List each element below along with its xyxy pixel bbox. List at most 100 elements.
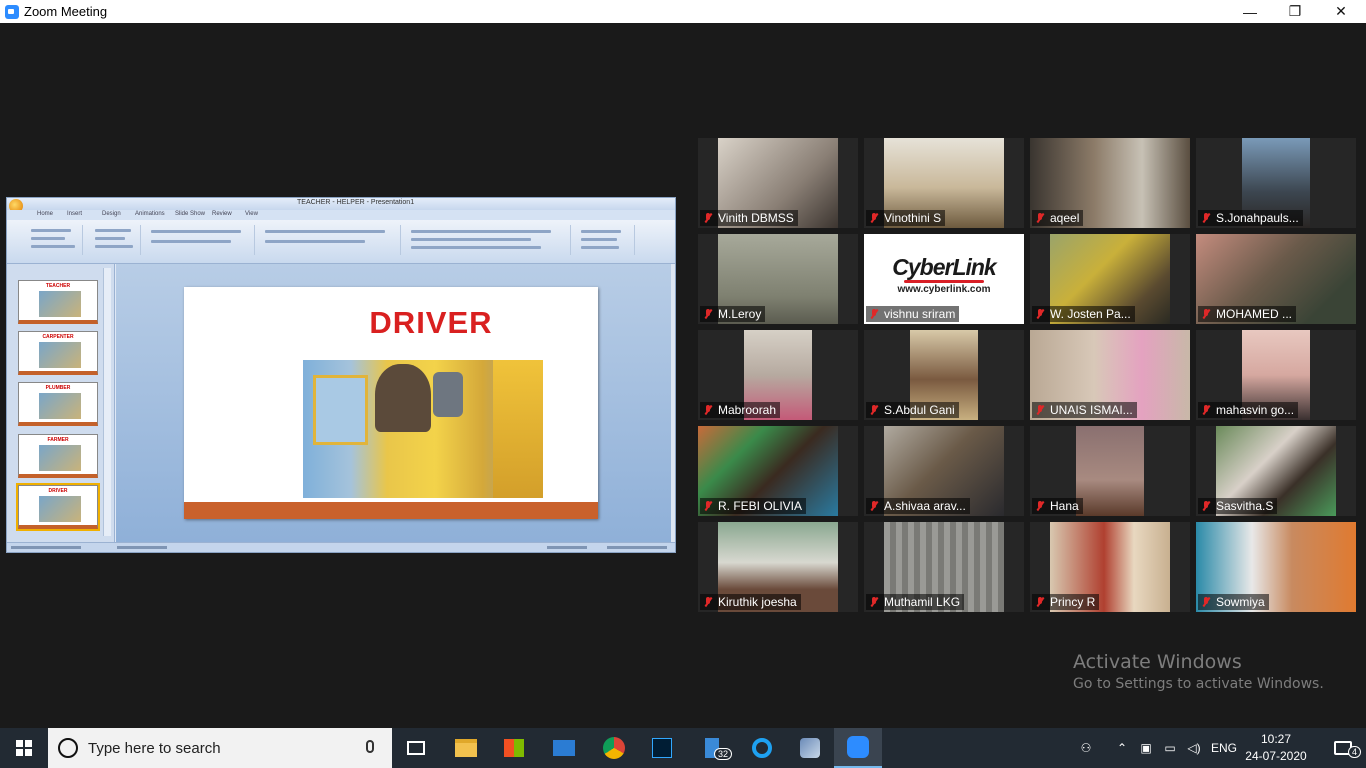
muted-mic-icon xyxy=(1034,308,1046,320)
clock-time: 10:27 xyxy=(1260,732,1292,746)
participant-tile[interactable]: Vinothini S xyxy=(864,138,1024,228)
participant-tile[interactable]: UNAIS ISMAI... xyxy=(1030,330,1190,420)
participant-tile[interactable]: Muthamil LKG xyxy=(864,522,1024,612)
calculator-button[interactable]: 32 xyxy=(688,728,736,768)
ribbon-group-paragraph xyxy=(259,225,401,255)
slide-thumbnails-panel: TEACHER CARPENTER PLUMBER FARMER DRIVER xyxy=(7,264,115,542)
cyberlink-url: www.cyberlink.com xyxy=(897,284,991,295)
participant-tile[interactable]: Sasvitha.S xyxy=(1196,426,1356,516)
ribbon-group-slides xyxy=(87,225,141,255)
participant-tile[interactable]: A.shivaa arav... xyxy=(864,426,1024,516)
store-icon xyxy=(504,739,524,757)
ppt-title: TEACHER - HELPER - Presentation1 xyxy=(297,199,415,206)
participant-tile[interactable]: S.Abdul Gani xyxy=(864,330,1024,420)
photoshop-button[interactable] xyxy=(638,728,686,768)
muted-mic-icon xyxy=(1200,212,1212,224)
participant-tile[interactable]: Kiruthik joesha xyxy=(698,522,858,612)
slide-title: DRIVER xyxy=(369,305,493,340)
current-slide: DRIVER xyxy=(184,287,598,519)
ppt-tab: Home xyxy=(37,211,54,217)
app-button[interactable] xyxy=(786,728,834,768)
muted-mic-icon xyxy=(702,500,714,512)
participant-tile[interactable]: MOHAMED ... xyxy=(1196,234,1356,324)
muted-mic-icon xyxy=(868,596,880,608)
participant-name: S.Jonahpauls... xyxy=(1216,211,1299,225)
slide-scrollbar[interactable] xyxy=(671,264,675,542)
window-title: Zoom Meeting xyxy=(24,4,108,19)
network-icon[interactable]: ▭ xyxy=(1160,728,1180,768)
security-icon[interactable]: ▣ xyxy=(1136,728,1156,768)
participant-tile[interactable]: CyberLink www.cyberlink.com vishnu srira… xyxy=(864,234,1024,324)
search-placeholder: Type here to search xyxy=(88,739,221,757)
participant-name: Vinothini S xyxy=(884,211,942,225)
show-hidden-icons-icon[interactable]: ⌃ xyxy=(1112,728,1132,768)
muted-mic-icon xyxy=(702,404,714,416)
language-indicator[interactable]: ENG xyxy=(1208,728,1240,768)
slide-thumbnail[interactable]: FARMER xyxy=(18,434,98,478)
taskbar-clock[interactable]: 10:27 24-07-2020 xyxy=(1238,731,1314,765)
participant-tile[interactable]: Vinith DBMSS xyxy=(698,138,858,228)
muted-mic-icon xyxy=(868,308,880,320)
participant-tile[interactable]: Mabroorah xyxy=(698,330,858,420)
ppt-status-bar xyxy=(7,542,675,552)
slide-thumbnail[interactable]: TEACHER xyxy=(18,280,98,324)
taskbar-search[interactable]: Type here to search xyxy=(48,728,392,768)
slide-image xyxy=(303,360,543,498)
participant-tile[interactable]: aqeel xyxy=(1030,138,1190,228)
participant-name: A.shivaa arav... xyxy=(884,499,966,513)
muted-mic-icon xyxy=(702,212,714,224)
internet-explorer-button[interactable] xyxy=(738,728,786,768)
participant-tile[interactable]: Princy R xyxy=(1030,522,1190,612)
mail-button[interactable] xyxy=(540,728,588,768)
participant-tile[interactable]: M.Leroy xyxy=(698,234,858,324)
slide-thumbnail[interactable]: CARPENTER xyxy=(18,331,98,375)
participant-name: R. FEBI OLIVIA xyxy=(718,499,803,513)
volume-icon[interactable]: ◁) xyxy=(1184,728,1204,768)
muted-mic-icon xyxy=(1200,500,1212,512)
muted-mic-icon xyxy=(1034,596,1046,608)
chrome-icon xyxy=(603,737,625,759)
participant-tile[interactable]: S.Jonahpauls... xyxy=(1196,138,1356,228)
participant-name: aqeel xyxy=(1050,211,1080,225)
ppt-tab: Design xyxy=(102,211,121,217)
muted-mic-icon xyxy=(1034,404,1046,416)
participant-tile[interactable]: Hana xyxy=(1030,426,1190,516)
participant-name: Hana xyxy=(1050,499,1079,513)
ppt-tabs: Home Insert Design Animations Slide Show… xyxy=(7,210,675,220)
muted-mic-icon xyxy=(702,596,714,608)
chrome-button[interactable] xyxy=(590,728,638,768)
zoom-taskbar-button[interactable] xyxy=(834,728,882,768)
app-icon xyxy=(800,738,820,758)
zoom-window: Zoom Meeting — ❐ ✕ TEACHER - HELPER - Pr… xyxy=(0,0,1366,768)
start-button[interactable] xyxy=(0,728,48,768)
close-button[interactable]: ✕ xyxy=(1318,0,1364,23)
thumbnail-scrollbar[interactable] xyxy=(103,268,111,536)
participant-tile[interactable]: R. FEBI OLIVIA xyxy=(698,426,858,516)
store-button[interactable] xyxy=(490,728,538,768)
photoshop-icon xyxy=(652,738,672,758)
participant-tile[interactable]: mahasvin go... xyxy=(1196,330,1356,420)
cyberlink-logo: CyberLink xyxy=(892,254,996,280)
ppt-tab: Animations xyxy=(135,211,165,217)
ppt-ribbon xyxy=(7,220,675,264)
minimize-button[interactable]: — xyxy=(1227,0,1273,23)
people-icon[interactable]: ⚇ xyxy=(1074,728,1098,768)
slide-thumbnail[interactable]: PLUMBER xyxy=(18,382,98,426)
shared-screen: TEACHER - HELPER - Presentation1 Home In… xyxy=(6,197,676,553)
task-view-button[interactable] xyxy=(392,728,440,768)
participant-name: UNAIS ISMAI... xyxy=(1050,403,1133,417)
participant-tile[interactable]: W. Josten Pa... xyxy=(1030,234,1190,324)
file-explorer-button[interactable] xyxy=(442,728,490,768)
restore-button[interactable]: ❐ xyxy=(1272,0,1318,23)
muted-mic-icon xyxy=(1034,500,1046,512)
participant-name: mahasvin go... xyxy=(1216,403,1295,417)
ribbon-group-drawing xyxy=(405,225,571,255)
slide-thumbnail-selected[interactable]: DRIVER xyxy=(16,483,100,531)
internet-explorer-icon xyxy=(752,738,772,758)
clock-date: 24-07-2020 xyxy=(1245,749,1307,763)
microphone-icon[interactable] xyxy=(366,740,374,753)
muted-mic-icon xyxy=(1200,308,1212,320)
participant-tile[interactable]: Sowmiya xyxy=(1196,522,1356,612)
windows-logo-icon xyxy=(16,740,32,756)
action-center-button[interactable]: 4 xyxy=(1320,728,1366,768)
